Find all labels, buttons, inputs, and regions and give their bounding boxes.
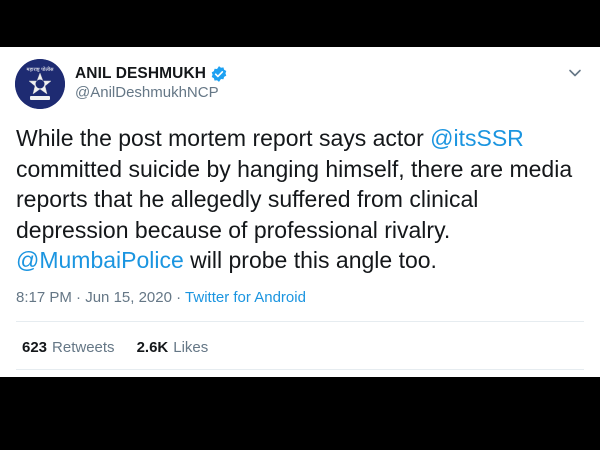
tweet-text-part: will probe this angle too.	[183, 247, 437, 273]
retweets-stat[interactable]: 623 Retweets	[22, 339, 115, 356]
tweet-text: While the post mortem report says actor …	[16, 123, 591, 276]
divider	[16, 321, 584, 322]
retweets-count: 623	[22, 339, 48, 356]
engagement-stats: 623 Retweets 2.6K Likes	[22, 339, 230, 356]
likes-stat[interactable]: 2.6K Likes	[137, 339, 209, 356]
tweet-time[interactable]: 8:17 PM	[16, 289, 72, 306]
svg-text:महाराष्ट्र पोलीस: महाराष्ट्र पोलीस	[27, 66, 55, 73]
tweet-metadata: 8:17 PM · Jun 15, 2020 · Twitter for And…	[16, 289, 306, 306]
mention-link[interactable]: @MumbaiPolice	[16, 247, 184, 273]
likes-label: Likes	[173, 339, 209, 356]
tweet-text-part: committed suicide by hanging himself, th…	[16, 155, 573, 243]
tweet-source-link[interactable]: Twitter for Android	[185, 289, 306, 306]
chevron-down-icon[interactable]	[568, 66, 582, 80]
avatar[interactable]: महाराष्ट्र पोलीस	[15, 59, 65, 109]
likes-count: 2.6K	[136, 339, 169, 356]
tweet-text-part: While the post mortem report says actor	[16, 125, 431, 151]
meta-separator: ·	[171, 289, 186, 306]
retweets-label: Retweets	[52, 339, 115, 356]
author-name-row: ANIL DESHMUKH	[75, 65, 228, 83]
meta-separator: ·	[71, 289, 86, 306]
author-display-name[interactable]: ANIL DESHMUKH	[75, 65, 206, 83]
author-handle[interactable]: @AnilDeshmukhNCP	[75, 84, 219, 101]
tweet-card: महाराष्ट्र पोलीस ANIL DESHMUKH @AnilDesh…	[0, 47, 600, 377]
police-emblem-icon: महाराष्ट्र पोलीस	[15, 59, 65, 109]
divider	[16, 369, 584, 370]
tweet-date[interactable]: Jun 15, 2020	[85, 289, 172, 306]
mention-link[interactable]: @itsSSR	[430, 125, 524, 151]
verified-badge-icon	[211, 66, 227, 82]
